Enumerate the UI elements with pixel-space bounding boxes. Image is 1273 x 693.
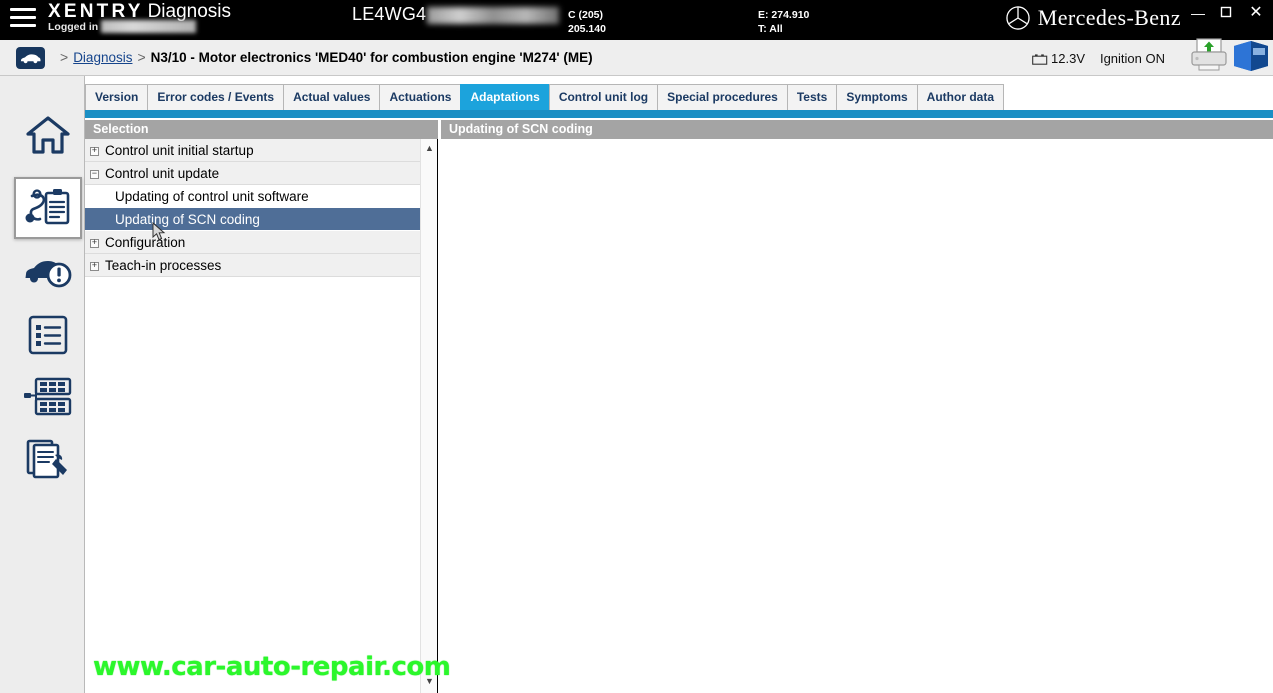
- print-button[interactable]: [1189, 38, 1229, 77]
- sidebar-item-documents[interactable]: [14, 428, 82, 490]
- tree-item-label: Updating of control unit software: [115, 189, 309, 204]
- tree-item-label: Teach-in processes: [105, 258, 222, 273]
- hamburger-menu-icon[interactable]: [10, 8, 36, 30]
- voltage-value: 12.3V: [1051, 51, 1085, 66]
- sidebar-item-network-topology[interactable]: [14, 366, 82, 428]
- watermark: www.car-auto-repair.com: [93, 652, 451, 682]
- tab-author-data[interactable]: Author data: [916, 84, 1005, 110]
- tree-item-control-unit-initial-startup[interactable]: + Control unit initial startup: [85, 139, 437, 162]
- help-button[interactable]: [1230, 40, 1272, 77]
- hamburger-bar: [10, 24, 36, 27]
- engine-line-1: E: 274.910: [758, 9, 810, 21]
- tab-special-procedures[interactable]: Special procedures: [657, 84, 788, 110]
- close-button[interactable]: ✕: [1241, 0, 1271, 26]
- tree-item-updating-of-scn-coding[interactable]: Updating of SCN coding: [85, 208, 437, 231]
- content-panel: [442, 139, 1273, 693]
- tab-error-codes-events[interactable]: Error codes / Events: [147, 84, 285, 110]
- breadcrumb-current: N3/10 - Motor electronics 'MED40' for co…: [150, 50, 593, 65]
- home-icon: [26, 116, 70, 154]
- documents-tool-icon: [26, 439, 67, 479]
- breadcrumb-separator-1: >: [60, 49, 69, 65]
- tree-item-updating-of-control-unit-software[interactable]: Updating of control unit software: [85, 185, 437, 208]
- battery-icon: [1032, 54, 1048, 65]
- tab-actual-values[interactable]: Actual values: [283, 84, 381, 110]
- tree-item-teach-in-processes[interactable]: + Teach-in processes: [85, 254, 437, 277]
- tab-tests[interactable]: Tests: [786, 84, 838, 110]
- model-line-1: C (205): [568, 9, 604, 21]
- tab-adaptations[interactable]: Adaptations: [460, 84, 550, 110]
- hamburger-bar: [10, 16, 36, 19]
- vin-display: LE4WG4: [352, 4, 560, 25]
- logged-in-status: Logged in: [48, 19, 231, 33]
- tree-item-label: Configuration: [105, 235, 186, 250]
- app-brand: XENTRY Diagnosis Logged in: [48, 1, 231, 33]
- selection-panel-header: Selection: [85, 120, 438, 139]
- battery-voltage: 12.3V: [1032, 51, 1085, 66]
- tab-control-unit-log[interactable]: Control unit log: [548, 84, 659, 110]
- expander-plus-icon[interactable]: +: [90, 239, 99, 248]
- oem-logo: Mercedes-Benz: [1005, 5, 1181, 31]
- oem-brand-text: Mercedes-Benz: [1037, 5, 1181, 30]
- selection-tree: + Control unit initial startup − Control u…: [85, 139, 438, 693]
- tree-item-label: Control unit initial startup: [105, 143, 254, 158]
- list-icon: [28, 315, 68, 355]
- maximize-button[interactable]: [1211, 0, 1241, 26]
- scroll-up-icon[interactable]: ▲: [423, 142, 436, 155]
- sidebar-item-list[interactable]: [14, 304, 82, 366]
- printer-upload-icon: [1191, 38, 1227, 71]
- tab-underline: [85, 110, 1273, 118]
- title-bar: XENTRY Diagnosis Logged in LE4WG4 C (205)…: [0, 0, 1273, 40]
- expander-minus-icon[interactable]: −: [90, 170, 99, 179]
- breadcrumb: > Diagnosis > N3/10 - Motor electronics 'ME…: [55, 49, 593, 65]
- tab-symptoms[interactable]: Symptoms: [836, 84, 918, 110]
- expander-plus-icon[interactable]: +: [90, 147, 99, 156]
- sidebar-item-home[interactable]: [14, 104, 82, 166]
- left-icon-rail: [0, 76, 85, 693]
- tab-actuations[interactable]: Actuations: [379, 84, 462, 110]
- breadcrumb-link-diagnosis[interactable]: Diagnosis: [73, 50, 132, 65]
- vehicle-alert-icon: [25, 261, 72, 288]
- mercedes-star-icon: [1006, 6, 1030, 30]
- blue-book-icon: [1234, 41, 1268, 71]
- network-icon: [24, 377, 72, 416]
- engine-line-2: T: All: [758, 23, 783, 35]
- logged-in-username-masked: [101, 19, 197, 33]
- vin-masked: [427, 6, 560, 24]
- breadcrumb-bar: > Diagnosis > N3/10 - Motor electronics 'ME…: [0, 40, 1273, 76]
- tree-scrollbar[interactable]: ▲ ▼: [420, 139, 437, 693]
- engine-info: E: 274.910 T: All: [758, 8, 809, 36]
- xentry-diagnosis-window: XENTRY Diagnosis Logged in LE4WG4 C (205)…: [0, 0, 1273, 693]
- model-line-2: 205.140: [568, 23, 606, 35]
- sidebar-item-quick-test[interactable]: [14, 240, 82, 302]
- breadcrumb-separator-2: >: [137, 49, 146, 65]
- maximize-icon: [1220, 6, 1232, 18]
- sidebar-item-diagnosis[interactable]: [14, 177, 82, 239]
- tab-version[interactable]: Version: [85, 84, 149, 110]
- diagnosis-icon: [25, 189, 70, 225]
- vehicle-button[interactable]: [16, 47, 45, 69]
- tree-item-label: Updating of SCN coding: [115, 212, 260, 227]
- logged-in-label: Logged in: [48, 21, 99, 33]
- content-panel-header: Updating of SCN coding: [441, 120, 1273, 139]
- expander-plus-icon[interactable]: +: [90, 262, 99, 271]
- model-info: C (205) 205.140: [568, 8, 606, 36]
- ignition-status: Ignition ON: [1099, 51, 1165, 66]
- tree-item-configuration[interactable]: + Configuration: [85, 231, 437, 254]
- vin-prefix: LE4WG4: [352, 4, 427, 24]
- tree-item-label: Control unit update: [105, 166, 220, 181]
- minimize-button[interactable]: —: [1183, 0, 1213, 26]
- car-icon: [20, 54, 41, 64]
- tree-item-control-unit-update[interactable]: − Control unit update: [85, 162, 437, 185]
- hamburger-bar: [10, 8, 36, 11]
